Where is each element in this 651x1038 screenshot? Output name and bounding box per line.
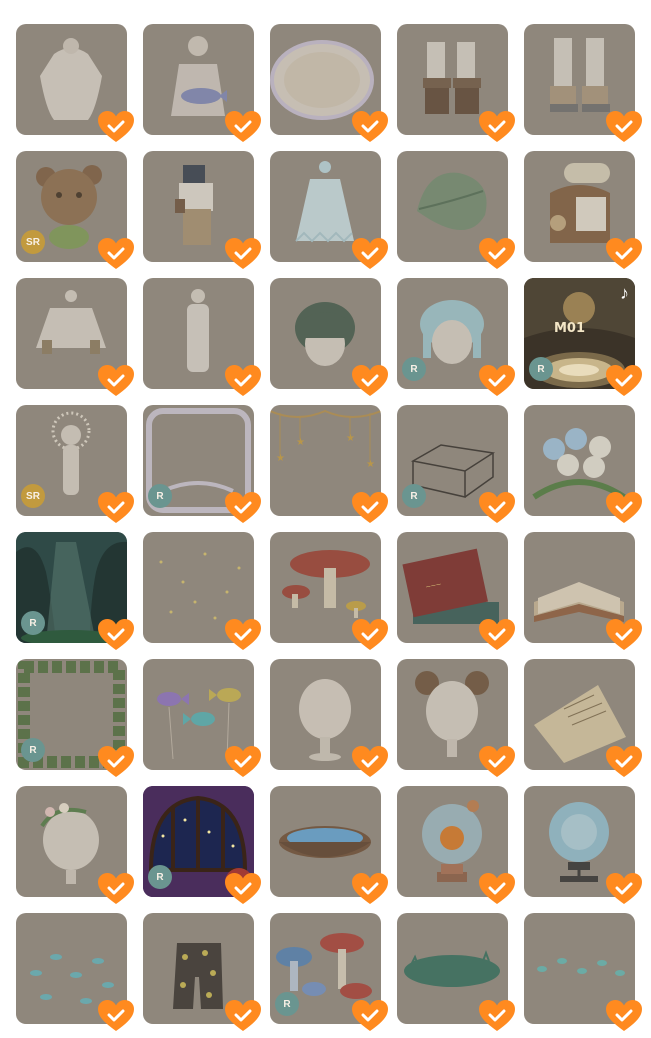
owned-heart-check-icon [478, 872, 516, 906]
owned-heart-check-icon [605, 237, 643, 271]
owned-heart-check-icon [351, 745, 389, 779]
owned-heart-check-icon [224, 618, 262, 652]
item-cell[interactable]: R [143, 405, 261, 523]
rarity-badge: R [529, 357, 553, 381]
item-cell[interactable] [524, 786, 642, 904]
item-cell[interactable] [16, 24, 134, 142]
item-cell[interactable] [143, 24, 261, 142]
item-cell[interactable]: M01 ♪ R [524, 278, 642, 396]
owned-heart-check-icon [351, 999, 389, 1033]
item-cell[interactable] [143, 913, 261, 1031]
item-cell[interactable] [397, 913, 515, 1031]
owned-heart-check-icon [351, 491, 389, 525]
rarity-badge: R [21, 738, 45, 762]
rarity-badge: R [402, 357, 426, 381]
item-cell[interactable] [524, 913, 642, 1031]
owned-heart-check-icon [605, 745, 643, 779]
item-cell[interactable] [270, 659, 388, 777]
owned-heart-check-icon [478, 364, 516, 398]
owned-heart-check-icon [97, 237, 135, 271]
owned-heart-check-icon [351, 872, 389, 906]
rarity-badge: R [21, 611, 45, 635]
owned-heart-check-icon [224, 110, 262, 144]
item-cell[interactable] [397, 151, 515, 269]
owned-heart-check-icon [97, 110, 135, 144]
owned-heart-check-icon [351, 618, 389, 652]
rarity-badge: R [275, 992, 299, 1016]
owned-heart-check-icon [224, 491, 262, 525]
owned-heart-check-icon [605, 999, 643, 1033]
item-grid: SR R M01 ♪ R SR R ★ ★ ★ ★ R R ~~~ R R R [16, 24, 642, 1031]
item-cell[interactable] [270, 786, 388, 904]
item-cell[interactable] [270, 24, 388, 142]
item-cell[interactable] [270, 532, 388, 650]
item-cell[interactable]: ★ ★ ★ ★ [270, 405, 388, 523]
item-cell[interactable] [270, 151, 388, 269]
owned-heart-check-icon [478, 110, 516, 144]
owned-heart-check-icon [478, 491, 516, 525]
item-cell[interactable] [397, 786, 515, 904]
svg-text:★: ★ [296, 437, 305, 448]
owned-heart-check-icon [224, 999, 262, 1033]
owned-heart-check-icon [605, 110, 643, 144]
music-note-icon: ♪ [620, 283, 629, 303]
owned-heart-check-icon [478, 237, 516, 271]
item-cell[interactable]: R [16, 532, 134, 650]
item-cell[interactable]: SR [16, 151, 134, 269]
owned-heart-check-icon [97, 999, 135, 1033]
rarity-badge: SR [21, 230, 45, 254]
item-cell[interactable]: R [397, 278, 515, 396]
owned-heart-check-icon [97, 618, 135, 652]
owned-heart-check-icon [478, 999, 516, 1033]
item-cell[interactable] [524, 532, 642, 650]
item-cell[interactable] [16, 278, 134, 396]
owned-heart-check-icon [224, 872, 262, 906]
item-cell[interactable] [524, 151, 642, 269]
owned-heart-check-icon [351, 110, 389, 144]
item-cell[interactable]: SR [16, 405, 134, 523]
item-cell[interactable]: R [16, 659, 134, 777]
svg-text:★: ★ [366, 459, 375, 470]
item-cell[interactable]: R [397, 405, 515, 523]
item-cell[interactable] [143, 278, 261, 396]
item-cell[interactable] [143, 532, 261, 650]
item-cell[interactable] [143, 151, 261, 269]
owned-heart-check-icon [97, 364, 135, 398]
owned-heart-check-icon [97, 872, 135, 906]
item-cell[interactable] [270, 278, 388, 396]
owned-heart-check-icon [351, 364, 389, 398]
rarity-badge: R [402, 484, 426, 508]
owned-heart-check-icon [478, 618, 516, 652]
rarity-badge: SR [21, 484, 45, 508]
rarity-badge: R [148, 865, 172, 889]
item-cell[interactable] [143, 659, 261, 777]
item-code-label: M01 [554, 321, 586, 336]
item-cell[interactable] [524, 24, 642, 142]
item-cell[interactable]: R [270, 913, 388, 1031]
item-cell[interactable] [397, 659, 515, 777]
item-cell[interactable]: R [143, 786, 261, 904]
owned-heart-check-icon [224, 364, 262, 398]
item-cell[interactable]: ~~~ [397, 532, 515, 650]
owned-heart-check-icon [97, 491, 135, 525]
owned-heart-check-icon [224, 237, 262, 271]
owned-heart-check-icon [351, 237, 389, 271]
owned-heart-check-icon [97, 745, 135, 779]
item-cell[interactable] [524, 659, 642, 777]
owned-heart-check-icon [605, 491, 643, 525]
svg-text:★: ★ [276, 453, 285, 464]
owned-heart-check-icon [605, 872, 643, 906]
item-cell[interactable] [16, 913, 134, 1031]
svg-text:★: ★ [346, 433, 355, 444]
item-cell[interactable] [16, 786, 134, 904]
owned-heart-check-icon [224, 745, 262, 779]
item-cell[interactable] [524, 405, 642, 523]
rarity-badge: R [148, 484, 172, 508]
owned-heart-check-icon [605, 364, 643, 398]
owned-heart-check-icon [478, 745, 516, 779]
owned-heart-check-icon [605, 618, 643, 652]
item-cell[interactable] [397, 24, 515, 142]
